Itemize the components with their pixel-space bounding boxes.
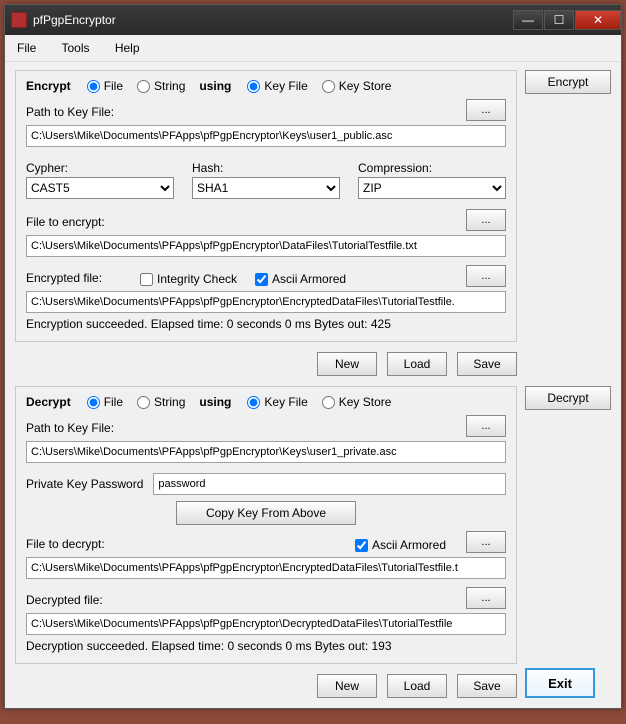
copy-key-button[interactable]: Copy Key From Above (176, 501, 356, 525)
maximize-button[interactable]: ☐ (544, 10, 574, 30)
encrypt-save-button[interactable]: Save (457, 352, 517, 376)
encrypted-file-input[interactable] (26, 291, 506, 313)
hash-label: Hash: (192, 161, 340, 175)
file-to-encrypt-label: File to encrypt: (26, 215, 460, 229)
compression-label: Compression: (358, 161, 506, 175)
decrypt-save-button[interactable]: Save (457, 674, 517, 698)
encrypt-title: Encrypt (26, 79, 71, 93)
encrypt-keyfile-radio[interactable]: Key File (247, 79, 307, 93)
file-to-decrypt-browse[interactable]: ... (466, 531, 506, 553)
password-input[interactable] (153, 473, 506, 495)
menu-help[interactable]: Help (115, 41, 140, 55)
cypher-label: Cypher: (26, 161, 174, 175)
exit-button[interactable]: Exit (525, 668, 595, 698)
decrypt-keystore-radio[interactable]: Key Store (322, 395, 392, 409)
decrypt-keyfile-radio[interactable]: Key File (247, 395, 307, 409)
encrypt-keystore-radio[interactable]: Key Store (322, 79, 392, 93)
encrypt-keypath-browse[interactable]: ... (466, 99, 506, 121)
decrypt-button[interactable]: Decrypt (525, 386, 611, 410)
compression-select[interactable]: ZIP (358, 177, 506, 199)
decrypted-file-label: Decrypted file: (26, 593, 460, 607)
decrypted-file-browse[interactable]: ... (466, 587, 506, 609)
encrypt-load-button[interactable]: Load (387, 352, 447, 376)
using-label: using (199, 79, 231, 93)
decrypt-group: Decrypt File String using Key File Key S… (15, 386, 517, 664)
decrypt-source-string-radio[interactable]: String (137, 395, 185, 409)
menu-tools[interactable]: Tools (61, 41, 89, 55)
encrypt-keypath-input[interactable] (26, 125, 506, 147)
integrity-check[interactable]: Integrity Check (140, 272, 237, 286)
decrypt-status: Decryption succeeded. Elapsed time: 0 se… (26, 639, 506, 653)
file-to-decrypt-label: File to decrypt: (26, 537, 351, 551)
decrypted-file-input[interactable] (26, 613, 506, 635)
file-to-decrypt-input[interactable] (26, 557, 506, 579)
window-title: pfPgpEncryptor (33, 13, 512, 27)
file-to-encrypt-browse[interactable]: ... (466, 209, 506, 231)
decrypt-keypath-browse[interactable]: ... (466, 415, 506, 437)
decrypt-keypath-input[interactable] (26, 441, 506, 463)
titlebar[interactable]: pfPgpEncryptor — ☐ ✕ (5, 5, 621, 35)
encrypt-source-file-radio[interactable]: File (87, 79, 123, 93)
encrypt-source-string-radio[interactable]: String (137, 79, 185, 93)
menu-file[interactable]: File (17, 41, 36, 55)
close-button[interactable]: ✕ (575, 10, 621, 30)
menubar: File Tools Help (5, 35, 621, 62)
app-window: pfPgpEncryptor — ☐ ✕ File Tools Help Enc… (4, 4, 622, 709)
encrypt-keypath-label: Path to Key File: (26, 105, 460, 119)
using-label-2: using (199, 395, 231, 409)
decrypt-keypath-label: Path to Key File: (26, 421, 460, 435)
hash-select[interactable]: SHA1 (192, 177, 340, 199)
decrypt-load-button[interactable]: Load (387, 674, 447, 698)
minimize-button[interactable]: — (513, 10, 543, 30)
decrypt-source-file-radio[interactable]: File (87, 395, 123, 409)
file-to-encrypt-input[interactable] (26, 235, 506, 257)
encrypt-new-button[interactable]: New (317, 352, 377, 376)
encrypt-ascii-armored[interactable]: Ascii Armored (255, 272, 346, 286)
decrypt-title: Decrypt (26, 395, 71, 409)
encrypt-status: Encryption succeeded. Elapsed time: 0 se… (26, 317, 506, 331)
encrypt-button[interactable]: Encrypt (525, 70, 611, 94)
encrypt-group: Encrypt File String using Key File Key S… (15, 70, 517, 342)
encrypted-file-label: Encrypted file: (26, 271, 136, 285)
cypher-select[interactable]: CAST5 (26, 177, 174, 199)
app-icon (11, 12, 27, 28)
decrypt-new-button[interactable]: New (317, 674, 377, 698)
password-label: Private Key Password (26, 477, 143, 491)
encrypted-file-browse[interactable]: ... (466, 265, 506, 287)
decrypt-ascii-armored[interactable]: Ascii Armored (355, 538, 446, 552)
